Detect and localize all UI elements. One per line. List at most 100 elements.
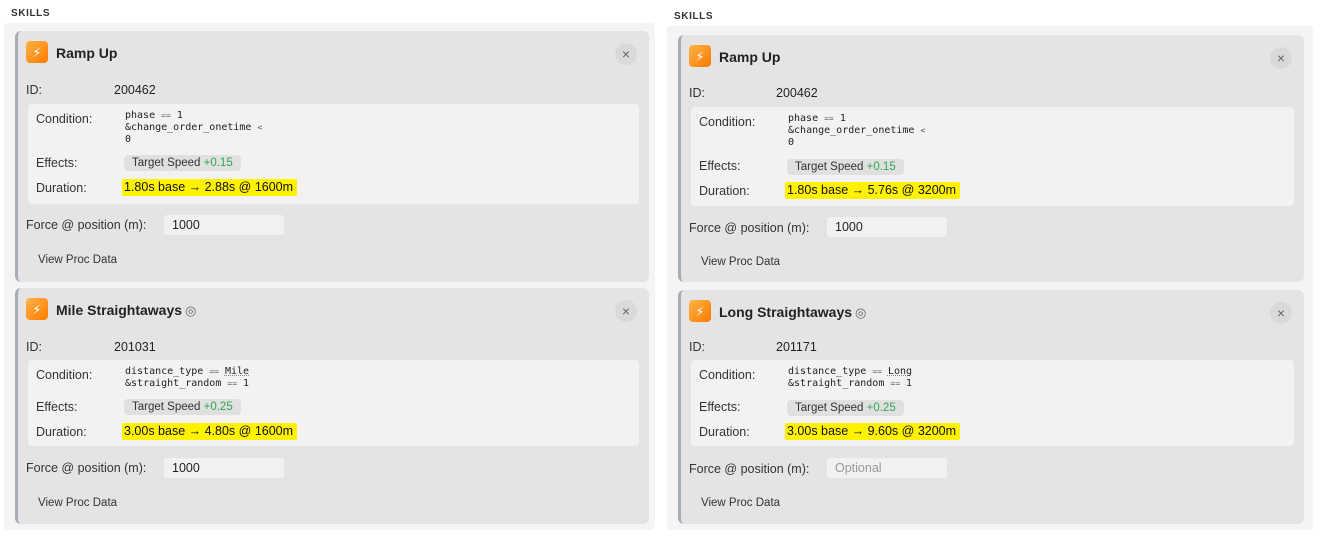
effect-chip: Target Speed +0.15	[124, 155, 241, 171]
condition-lhs: phase	[125, 110, 156, 121]
condition-rhs: Long	[887, 366, 913, 377]
condition-operator: <	[920, 126, 926, 135]
close-icon: ×	[1276, 305, 1286, 321]
duration-label: Duration:	[699, 184, 750, 198]
condition-lhs: straight_random	[794, 378, 885, 389]
condition-line: &change_order_onetime <	[125, 122, 262, 134]
effect-name: Target Speed	[795, 161, 864, 173]
effect-name: Target Speed	[132, 401, 201, 413]
skill-card: ⚡ Mile Straightaways ◎ × ID: 201031 Condi…	[15, 288, 649, 524]
duration-value: 1.80s base → 5.76s @ 3200m	[785, 182, 961, 199]
view-proc-data-button[interactable]: View Proc Data	[701, 497, 780, 509]
force-position-input[interactable]	[827, 458, 947, 478]
condition-operator: ==	[227, 379, 238, 388]
effects-label: Effects:	[36, 156, 78, 170]
skill-details: Condition: distance_type == Long &straig…	[691, 360, 1294, 446]
id-label: ID:	[26, 83, 42, 97]
condition-operator: ==	[161, 111, 171, 120]
skill-card: ⚡ Ramp Up × ID: 200462 Condition: phase …	[678, 35, 1304, 282]
condition-label: Condition:	[699, 368, 756, 382]
condition-rhs: Mile	[224, 366, 250, 377]
effect-value: +0.25	[203, 401, 233, 413]
rare-circle-icon: ◎	[185, 303, 197, 318]
condition-lhs: 0	[125, 134, 132, 145]
skill-details: Condition: distance_type == Mile &straig…	[28, 360, 639, 446]
close-button[interactable]: ×	[615, 43, 637, 65]
duration-value: 1.80s base → 2.88s @ 1600m	[122, 179, 298, 196]
close-button[interactable]: ×	[615, 300, 637, 322]
condition-label: Condition:	[36, 368, 93, 382]
close-icon: ×	[1276, 50, 1286, 66]
close-button[interactable]: ×	[1270, 47, 1292, 69]
force-position-input[interactable]	[827, 217, 947, 237]
condition-rhs: 1	[906, 378, 913, 389]
id-label: ID:	[689, 86, 705, 100]
force-position-label: Force @ position (m):	[26, 218, 147, 232]
duration-value: 3.00s base → 9.60s @ 3200m	[785, 423, 961, 440]
condition-code: phase == 1 &change_order_onetime < 0	[788, 113, 925, 149]
force-position-label: Force @ position (m):	[689, 221, 810, 235]
view-proc-data-button[interactable]: View Proc Data	[701, 256, 780, 268]
condition-line: &straight_random == 1	[125, 378, 249, 390]
skill-name: Ramp Up	[56, 45, 120, 61]
condition-rhs: 1	[839, 113, 846, 124]
duration-label: Duration:	[699, 425, 750, 439]
condition-lhs: distance_type	[788, 366, 867, 377]
view-proc-data-button[interactable]: View Proc Data	[38, 497, 117, 509]
skill-name-text: Long Straightaways	[719, 304, 853, 320]
condition-label: Condition:	[36, 112, 93, 126]
skill-id: 200462	[114, 83, 156, 97]
skill-id: 201031	[114, 340, 156, 354]
condition-line: distance_type == Mile	[125, 366, 249, 378]
condition-line: 0	[125, 134, 262, 146]
effect-value: +0.15	[203, 157, 233, 169]
condition-line: &straight_random == 1	[788, 378, 912, 390]
skill-name-text: Mile Straightaways	[56, 302, 183, 318]
condition-operator: ==	[890, 379, 901, 388]
condition-line: &change_order_onetime <	[788, 125, 925, 137]
skill-name: Ramp Up	[719, 49, 783, 65]
id-label: ID:	[689, 340, 705, 354]
duration-label: Duration:	[36, 181, 87, 195]
condition-operator: ==	[872, 367, 882, 376]
effect-chip: Target Speed +0.15	[787, 159, 904, 175]
effect-value: +0.25	[866, 402, 896, 414]
effects-label: Effects:	[36, 400, 78, 414]
force-position-input[interactable]	[164, 215, 284, 235]
running-figure-icon: ⚡	[689, 45, 711, 67]
rare-circle-icon: ◎	[855, 305, 867, 320]
section-label: SKILLS	[11, 8, 51, 19]
view-proc-data-button[interactable]: View Proc Data	[38, 254, 117, 266]
running-figure-icon: ⚡	[26, 298, 48, 320]
skill-name-text: Ramp Up	[719, 49, 781, 65]
running-figure-icon: ⚡	[26, 41, 48, 63]
force-position-input[interactable]	[164, 458, 284, 478]
close-icon: ×	[621, 303, 631, 319]
skill-name-text: Ramp Up	[56, 45, 118, 61]
condition-lhs: change_order_onetime	[131, 122, 252, 133]
effect-chip: Target Speed +0.25	[787, 400, 904, 416]
condition-lhs: distance_type	[125, 366, 204, 377]
condition-code: distance_type == Mile &straight_random =…	[125, 366, 249, 390]
duration-label: Duration:	[36, 425, 87, 439]
running-figure-icon: ⚡	[689, 300, 711, 322]
skill-name: Long Straightaways ◎	[719, 304, 866, 321]
condition-operator: ==	[824, 114, 834, 123]
skill-details: Condition: phase == 1 &change_order_onet…	[28, 104, 639, 204]
skill-card: ⚡ Long Straightaways ◎ × ID: 201171 Condi…	[678, 290, 1304, 524]
skill-id: 201171	[776, 340, 817, 354]
condition-code: distance_type == Long &straight_random =…	[788, 366, 912, 390]
close-button[interactable]: ×	[1270, 302, 1292, 324]
id-label: ID:	[26, 340, 42, 354]
condition-lhs: change_order_onetime	[794, 125, 915, 136]
close-icon: ×	[621, 46, 631, 62]
condition-line: phase == 1	[125, 110, 262, 122]
condition-line: phase == 1	[788, 113, 925, 125]
effect-name: Target Speed	[132, 157, 201, 169]
condition-rhs: 1	[243, 378, 250, 389]
skill-details: Condition: phase == 1 &change_order_onet…	[691, 107, 1294, 206]
section-label: SKILLS	[674, 11, 714, 22]
effects-label: Effects:	[699, 159, 741, 173]
condition-lhs: straight_random	[131, 378, 222, 389]
skill-card: ⚡ Ramp Up × ID: 200462 Condition: phase …	[15, 31, 649, 282]
